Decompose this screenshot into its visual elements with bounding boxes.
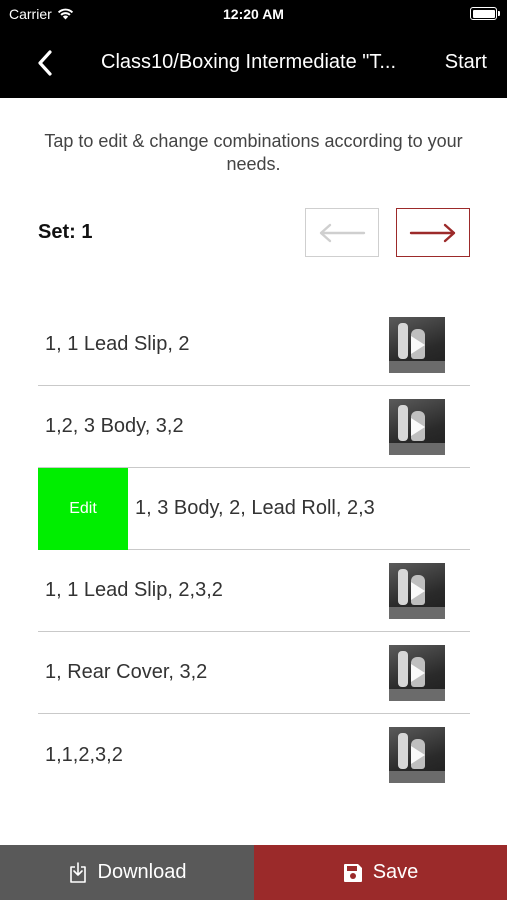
clock: 12:20 AM [223,6,284,22]
list-item[interactable]: Edit 1, 3 Body, 2, Lead Roll, 2,3 [38,468,470,550]
back-button[interactable] [30,46,60,80]
list-item[interactable]: 1,1,2,3,2 [38,714,470,796]
list-item[interactable]: 1, Rear Cover, 3,2 [38,632,470,714]
set-label: Set: 1 [38,221,93,243]
list-item[interactable]: 1, 1 Lead Slip, 2,3,2 [38,550,470,632]
floppy-disk-icon [343,863,362,882]
download-icon [69,861,86,883]
list-item[interactable]: 1, 1 Lead Slip, 2 [38,304,470,386]
combination-list: 1, 1 Lead Slip, 2 1,2, 3 Body, 3,2 Edit … [38,304,470,796]
download-label: Download [97,861,187,883]
combination-text: 1, 1 Lead Slip, 2 [45,333,190,355]
list-item[interactable]: 1,2, 3 Body, 3,2 [38,386,470,468]
start-button[interactable]: Start [445,51,487,74]
download-button[interactable]: Download [0,845,254,900]
play-icon [411,335,425,354]
edit-button[interactable]: Edit [38,468,128,550]
save-label: Save [372,861,419,883]
combination-text: 1, Rear Cover, 3,2 [45,661,208,683]
play-icon [411,581,425,600]
status-bar: Carrier 12:20 AM [0,0,507,28]
combination-text: 1,1,2,3,2 [45,743,123,766]
instruction-text: Tap to edit & change combinations accord… [44,131,463,174]
next-set-button[interactable] [396,208,470,257]
video-thumbnail[interactable] [389,644,445,701]
play-icon [411,663,425,682]
chevron-left-icon [38,50,52,76]
top-bar: Carrier 12:20 AM Class10/Boxing Intermed… [0,0,507,98]
video-thumbnail[interactable] [389,316,445,373]
play-icon [411,746,425,764]
bottom-action-bar: Download Save [0,845,507,900]
video-thumbnail[interactable] [389,727,445,783]
arrow-right-icon [409,223,456,242]
combination-text: 1, 1 Lead Slip, 2,3,2 [45,579,223,601]
page-title: Class10/Boxing Intermediate "T... [101,51,397,73]
combination-text: 1, 3 Body, 2, Lead Roll, 2,3 [135,497,375,519]
save-button[interactable]: Save [254,845,507,900]
play-icon [411,417,425,436]
video-thumbnail[interactable] [389,398,445,455]
arrow-left-icon [319,223,366,242]
combination-text: 1,2, 3 Body, 3,2 [45,415,184,437]
video-thumbnail[interactable] [389,562,445,619]
previous-set-button[interactable] [305,208,379,257]
navigation-bar: Class10/Boxing Intermediate "T... Start [0,38,507,88]
battery-icon [470,7,500,20]
